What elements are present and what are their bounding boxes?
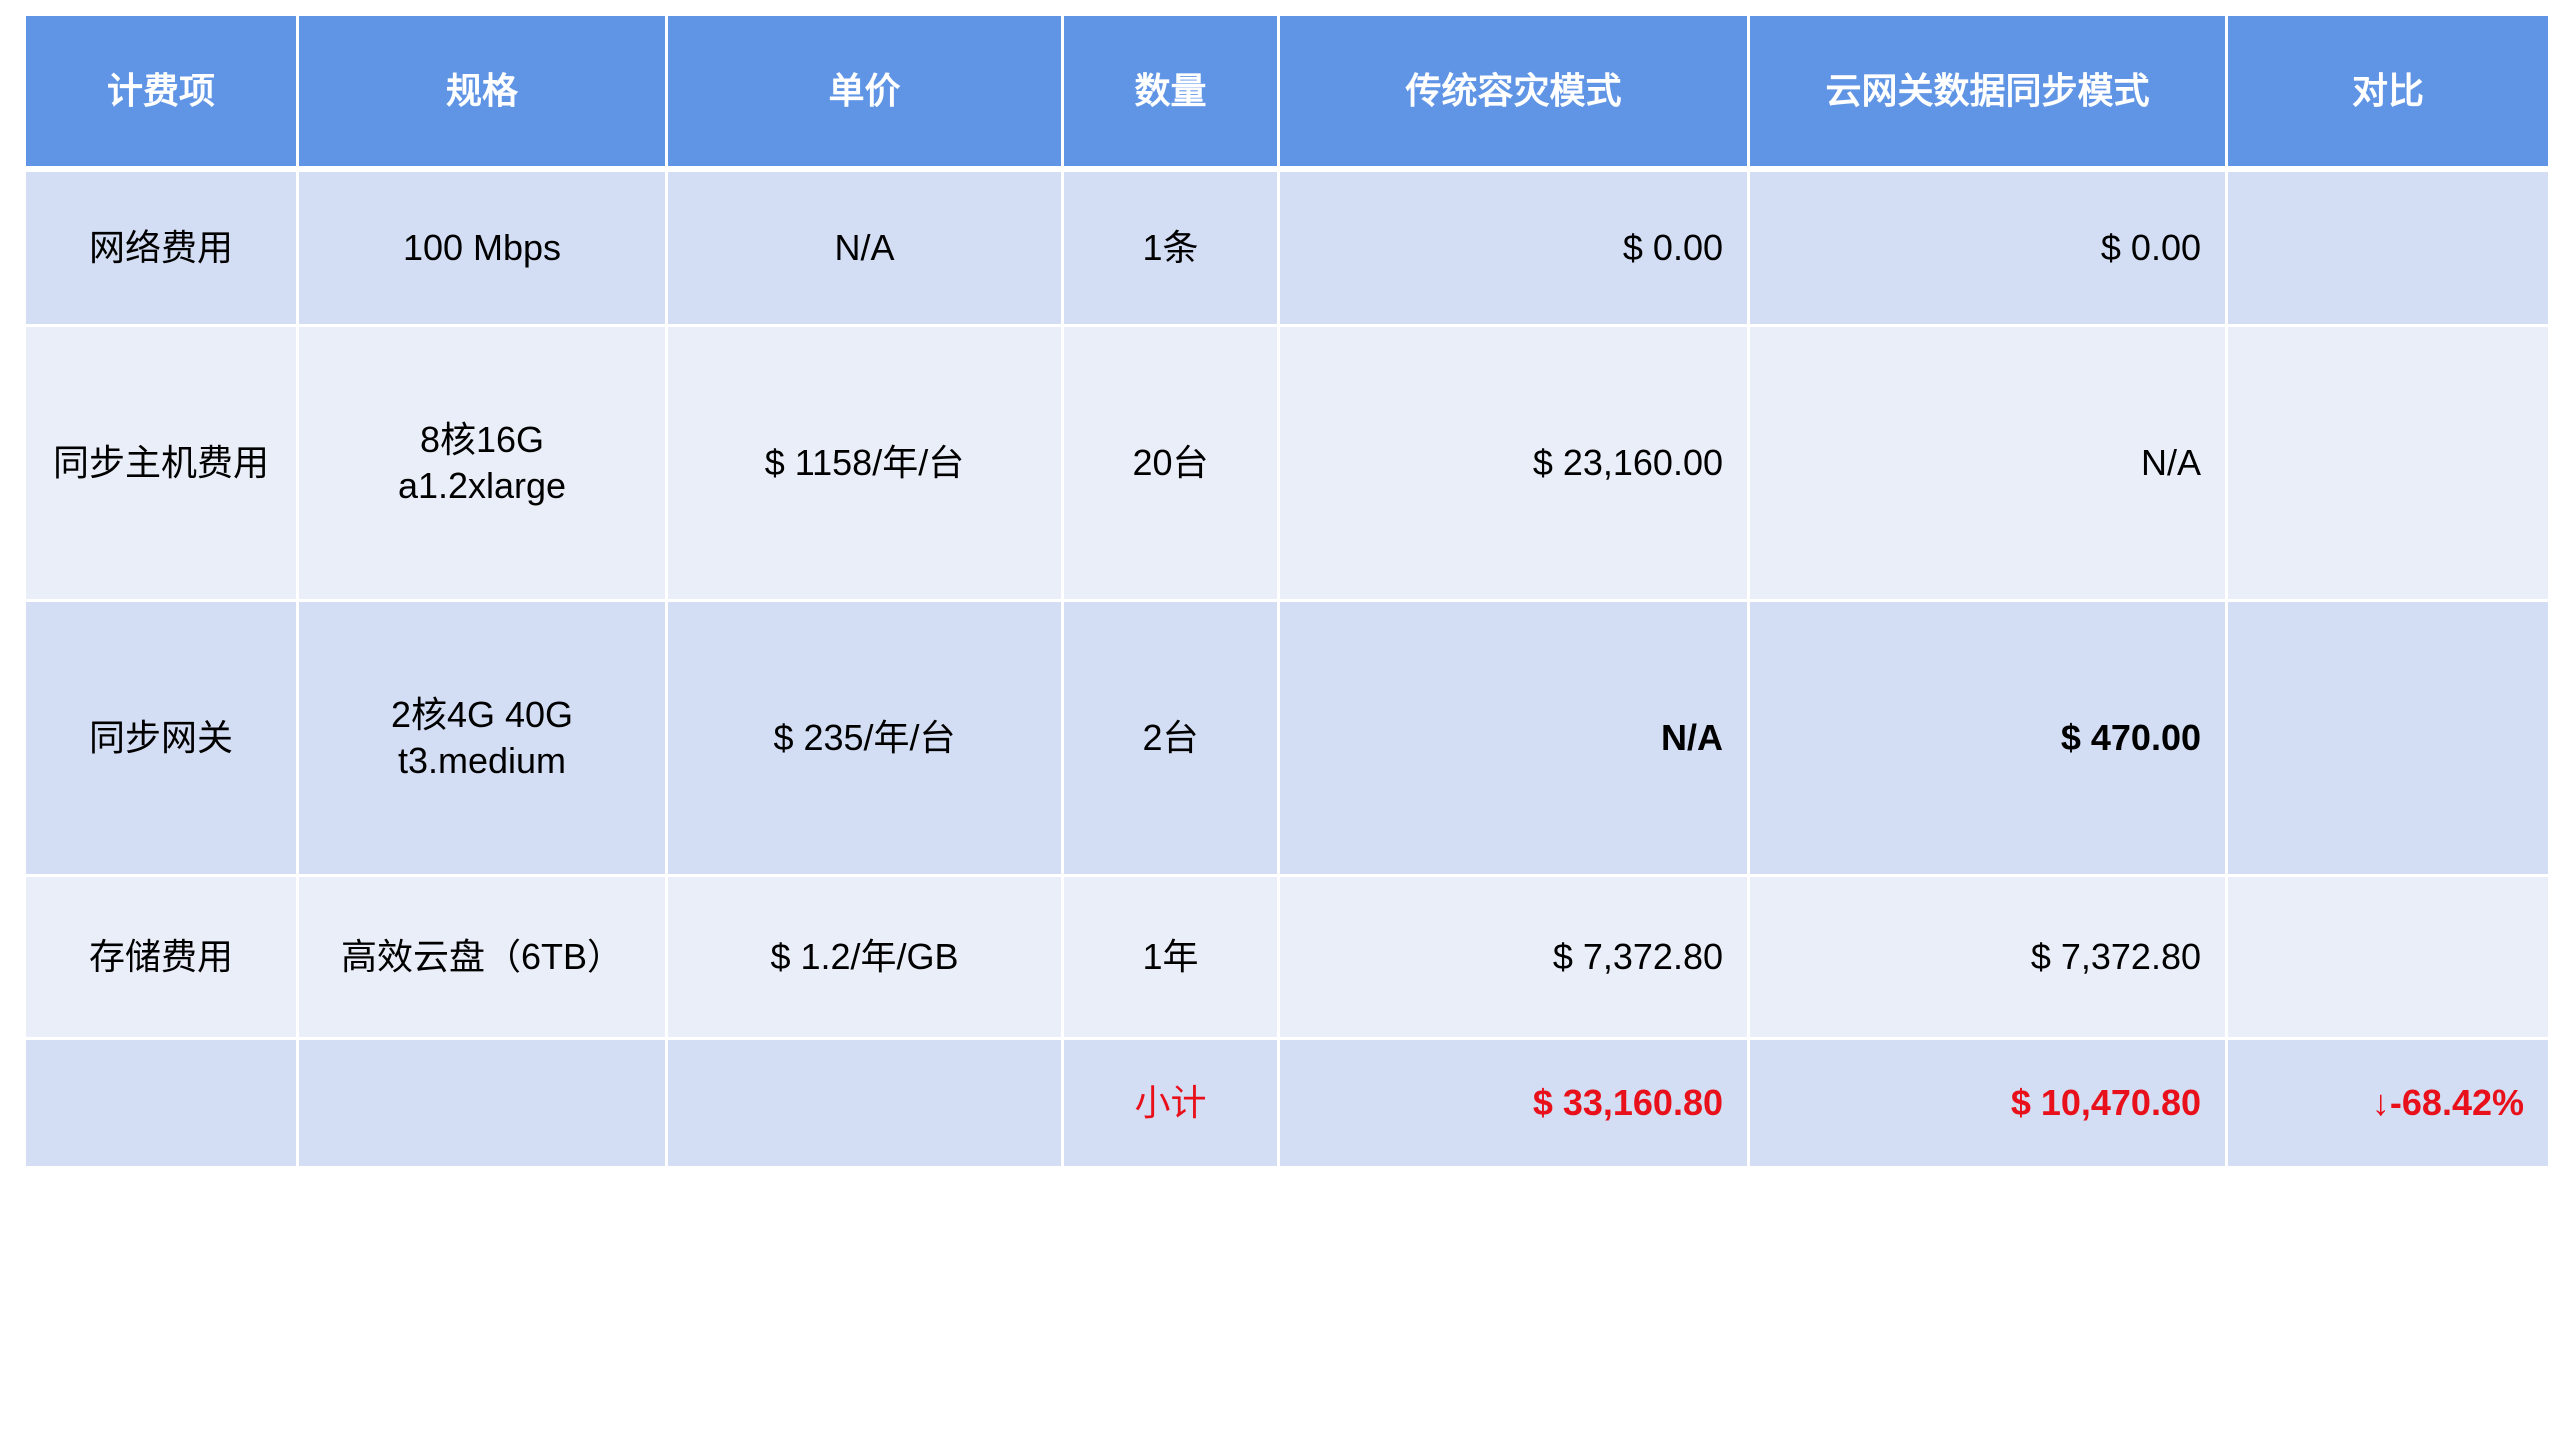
table-row: 存储费用 高效云盘（6TB） $ 1.2/年/GB 1年 $ 7,372.80 … [23,874,2551,1040]
cell-traditional: N/A [1277,599,1750,877]
cell-spec: 100 Mbps [296,167,668,327]
cell-spec: 高效云盘（6TB） [296,874,668,1040]
cost-comparison-table: 计费项 规格 单价 数量 传统容灾模式 云网关数据同步模式 对比 网络费用 10… [23,13,2551,1169]
cell-spec: 8核16G a1.2xlarge [296,324,668,602]
cell-spec-line1: 100 Mbps [402,227,562,268]
cell-spec-line2: a1.2xlarge [397,465,567,506]
cell-traditional: $ 7,372.80 [1277,874,1750,1040]
cell-compare [2225,324,2551,602]
cell-empty [296,1037,668,1169]
header-traditional: 传统容灾模式 [1277,13,1750,172]
cell-traditional: $ 0.00 [1277,167,1750,327]
table-row: 同步主机费用 8核16G a1.2xlarge $ 1158/年/台 20台 $… [23,324,2551,602]
cell-gateway: $ 470.00 [1747,599,2228,877]
subtotal-gateway: $ 10,470.80 [1747,1037,2228,1169]
cell-unit-price: $ 1158/年/台 [665,324,1064,602]
cell-gateway: N/A [1747,324,2228,602]
subtotal-traditional: $ 33,160.80 [1277,1037,1750,1169]
header-item: 计费项 [23,13,299,172]
cell-compare [2225,599,2551,877]
subtotal-row: 小计 $ 33,160.80 $ 10,470.80 ↓-68.42% [23,1037,2551,1169]
subtotal-compare: ↓-68.42% [2225,1037,2551,1169]
cell-compare [2225,874,2551,1040]
cell-quantity: 1条 [1061,167,1280,327]
cell-item: 存储费用 [23,874,299,1040]
cell-quantity: 20台 [1061,324,1280,602]
cell-compare [2225,167,2551,327]
cell-unit-price: $ 1.2/年/GB [665,874,1064,1040]
cell-spec-line1: 高效云盘（6TB） [340,936,624,977]
cell-spec-line1: 8核16G [419,419,545,460]
cost-comparison-table-container: 计费项 规格 单价 数量 传统容灾模式 云网关数据同步模式 对比 网络费用 10… [23,13,2551,1169]
table-row: 同步网关 2核4G 40G t3.medium $ 235/年/台 2台 N/A… [23,599,2551,877]
header-quantity: 数量 [1061,13,1280,172]
cell-item: 网络费用 [23,167,299,327]
cell-quantity: 2台 [1061,599,1280,877]
cell-spec: 2核4G 40G t3.medium [296,599,668,877]
header-compare: 对比 [2225,13,2551,172]
cell-spec-line2: t3.medium [397,740,567,781]
subtotal-label: 小计 [1061,1037,1280,1169]
cell-unit-price: $ 235/年/台 [665,599,1064,877]
cell-item: 同步主机费用 [23,324,299,602]
cell-empty [23,1037,299,1169]
header-unit-price: 单价 [665,13,1064,172]
table-row: 网络费用 100 Mbps N/A 1条 $ 0.00 $ 0.00 [23,167,2551,327]
cell-gateway: $ 0.00 [1747,167,2228,327]
cell-unit-price: N/A [665,167,1064,327]
cell-traditional: $ 23,160.00 [1277,324,1750,602]
cell-gateway: $ 7,372.80 [1747,874,2228,1040]
cell-quantity: 1年 [1061,874,1280,1040]
cell-item: 同步网关 [23,599,299,877]
cell-empty [665,1037,1064,1169]
header-spec: 规格 [296,13,668,172]
header-row: 计费项 规格 单价 数量 传统容灾模式 云网关数据同步模式 对比 [23,13,2551,172]
header-gateway: 云网关数据同步模式 [1747,13,2228,172]
cell-spec-line1: 2核4G 40G [390,694,574,735]
